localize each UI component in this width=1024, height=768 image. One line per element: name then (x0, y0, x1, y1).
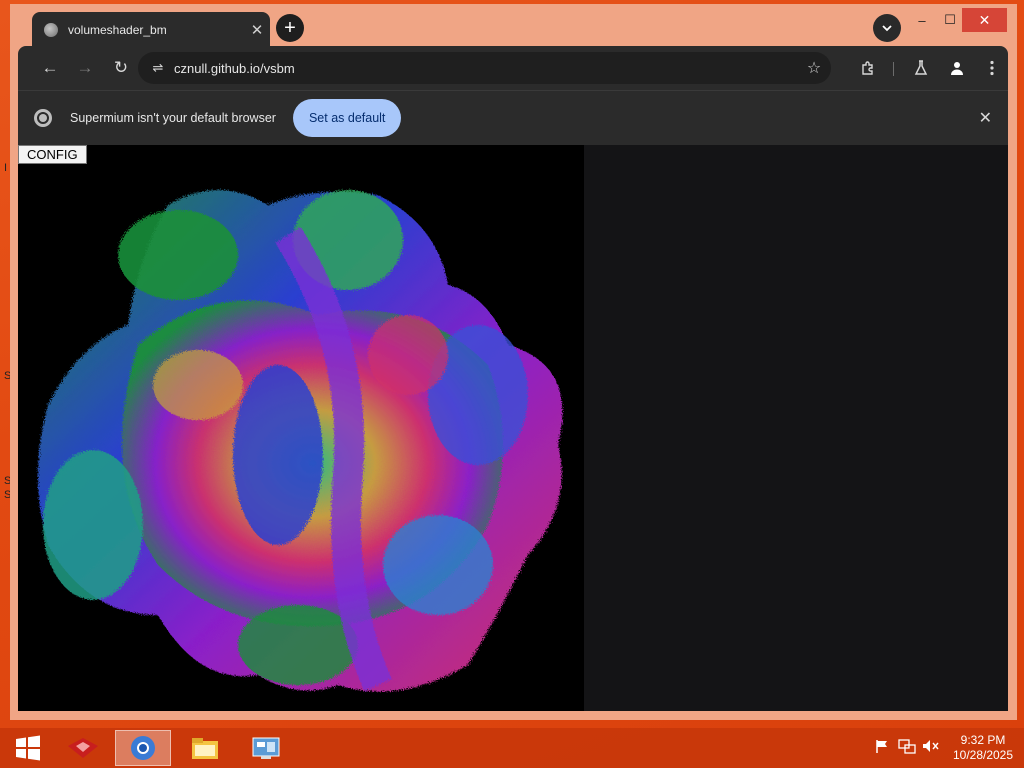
taskbar-browser[interactable] (115, 730, 171, 766)
maximize-button[interactable]: ☐ (935, 8, 965, 32)
control-panel-icon (252, 737, 280, 759)
browser-toolbar: ← → ↻ ⇌ cznull.github.io/vsbm ☆ (18, 46, 1008, 90)
action-center-icon[interactable] (874, 738, 890, 757)
config-button[interactable]: CONFIG (18, 145, 87, 164)
minimize-button[interactable]: – (907, 8, 937, 32)
taskbar: 9:32 PM 10/28/2025 (0, 728, 1024, 768)
forward-button[interactable]: → (71, 54, 99, 82)
close-window-button[interactable]: ✕ (962, 8, 1007, 32)
start-button[interactable] (0, 730, 56, 766)
clock-time: 9:32 PM (960, 733, 1006, 747)
bookmark-star-icon[interactable]: ☆ (797, 58, 831, 78)
default-browser-infobar: Supermium isn't your default browser Set… (18, 90, 1008, 145)
network-icon[interactable] (898, 738, 916, 757)
tab-search-button[interactable] (873, 14, 901, 42)
clock-date: 10/28/2025 (952, 748, 1014, 762)
browser-icon (131, 736, 155, 760)
file-explorer-icon (192, 738, 218, 759)
browser-logo-icon (34, 109, 52, 127)
taskbar-app-red[interactable] (55, 730, 111, 766)
volume-muted-icon[interactable] (922, 738, 940, 757)
system-clock[interactable]: 9:32 PM 10/28/2025 (950, 733, 1016, 763)
address-bar[interactable]: ⇌ cznull.github.io/vsbm ☆ (138, 52, 831, 84)
labs-icon[interactable] (907, 54, 935, 82)
menu-icon[interactable] (978, 54, 1006, 82)
set-as-default-button[interactable]: Set as default (292, 99, 402, 137)
infobar-message: Supermium isn't your default browser (70, 111, 276, 125)
url-text[interactable]: cznull.github.io/vsbm (174, 61, 797, 76)
desktop-icon-fragment: I (4, 162, 8, 174)
browser-tab[interactable]: volumeshader_bm ✕ (32, 12, 270, 48)
tab-favicon-icon (44, 23, 58, 37)
infobar-close-icon[interactable]: ✕ (979, 108, 992, 128)
taskbar-file-explorer[interactable] (177, 730, 233, 766)
extensions-icon[interactable] (854, 54, 882, 82)
toolbar-separator (893, 62, 894, 76)
tab-close-icon[interactable]: ✕ (244, 21, 270, 39)
reload-button[interactable]: ↻ (107, 54, 135, 82)
back-button[interactable]: ← (36, 54, 64, 82)
fractal-render-image (38, 190, 563, 692)
browser-window: volumeshader_bm ✕ + – ☐ ✕ ← → ↻ ⇌ cznull… (10, 4, 1017, 720)
tab-title: volumeshader_bm (68, 23, 167, 37)
render-canvas[interactable]: CONFIG (18, 145, 584, 711)
title-bar: volumeshader_bm ✕ + – ☐ ✕ (10, 4, 1017, 48)
profile-icon[interactable] (943, 54, 971, 82)
app-red-icon (68, 738, 98, 758)
page-content: CONFIG (18, 145, 1008, 711)
site-info-icon[interactable]: ⇌ (144, 60, 172, 76)
chevron-down-icon (882, 25, 892, 32)
new-tab-button[interactable]: + (276, 14, 304, 42)
taskbar-control-panel[interactable] (238, 730, 294, 766)
start-icon (16, 735, 40, 761)
